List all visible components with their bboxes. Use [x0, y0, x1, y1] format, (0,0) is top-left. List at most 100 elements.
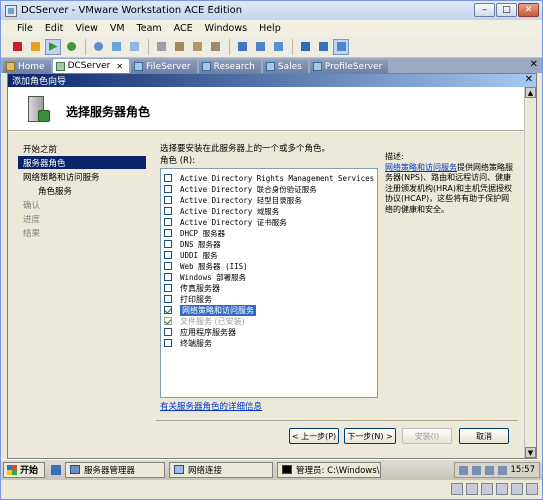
message-log-icon[interactable] [526, 483, 538, 495]
hard-disk-icon[interactable] [451, 483, 463, 495]
tab-close-icon[interactable]: ✕ [116, 62, 123, 71]
role-checkbox[interactable] [164, 328, 172, 336]
role-item-selected[interactable]: 网络策略和访问服务 [164, 304, 256, 316]
team-icon[interactable] [153, 39, 169, 55]
tab-sales[interactable]: Sales [262, 60, 308, 73]
maximize-button[interactable]: □ [496, 3, 517, 17]
menu-edit[interactable]: Edit [39, 23, 69, 34]
window-titlebar[interactable]: DCServer - VMware Workstation ACE Editio… [1, 1, 542, 20]
nav-server-roles[interactable]: 服务器角色 [18, 156, 146, 169]
menu-file[interactable]: File [11, 23, 39, 34]
role-checkbox[interactable] [164, 273, 172, 281]
add-roles-wizard-icon [24, 94, 52, 124]
role-checkbox[interactable] [164, 174, 172, 182]
role-item[interactable]: 打印服务 [164, 294, 212, 304]
full-screen-icon[interactable] [297, 39, 313, 55]
sidebar-toggle-icon[interactable] [234, 39, 250, 55]
tray-update-icon[interactable] [484, 465, 494, 475]
taskbar-item-network-connections[interactable]: 网络连接 [169, 461, 274, 478]
network-adapter-icon[interactable] [481, 483, 493, 495]
guest-screen[interactable]: 添加角色向导 ✕ 选择服务器角色 ▲ ▼ 开始之前 服务器角色 网络策略和访问服… [7, 73, 537, 459]
role-item[interactable]: DNS 服务器 [164, 239, 221, 249]
role-item[interactable]: Active Directory 轻型目录服务 [164, 195, 302, 205]
tab-dcserver[interactable]: DCServer ✕ [52, 59, 130, 73]
role-item[interactable]: DHCP 服务器 [164, 228, 225, 238]
close-button[interactable]: ✕ [518, 3, 539, 17]
minimize-button[interactable]: – [474, 3, 495, 17]
role-item[interactable]: UDDI 服务 [164, 250, 218, 260]
tray-network-icon[interactable] [458, 465, 468, 475]
taskbar-item-admin-console[interactable]: 管理员: C:\Windows\... [277, 461, 382, 478]
role-checkbox[interactable] [164, 185, 172, 193]
server-manager-icon [70, 465, 81, 474]
menu-ace[interactable]: ACE [168, 23, 199, 34]
start-button[interactable]: 开始 [3, 461, 46, 478]
role-checkbox[interactable] [164, 262, 172, 270]
dialog-titlebar[interactable]: 添加角色向导 ✕ [8, 74, 536, 87]
team-suspend-icon[interactable] [189, 39, 205, 55]
snapshot-manager-icon[interactable] [126, 39, 142, 55]
cancel-button[interactable]: 取消 [459, 428, 509, 444]
team-resume-icon[interactable] [207, 39, 223, 55]
role-item[interactable]: Active Directory Rights Management Servi… [164, 173, 374, 183]
menu-help[interactable]: Help [253, 23, 287, 34]
tab-research[interactable]: Research [198, 60, 261, 73]
nav-npas[interactable]: 网络策略和访问服务 [18, 170, 100, 183]
tab-fileserver[interactable]: FileServer [131, 60, 197, 73]
toolbar [1, 36, 542, 58]
usb-icon[interactable] [496, 483, 508, 495]
role-item[interactable]: Web 服务器 (IIS) [164, 261, 248, 271]
dialog-close-icon[interactable]: ✕ [525, 74, 533, 85]
more-info-link[interactable]: 有关服务器角色的详细信息 [160, 400, 262, 412]
tray-security-icon[interactable] [497, 465, 507, 475]
role-item[interactable]: 传真服务器 [164, 283, 220, 293]
menu-view[interactable]: View [69, 23, 104, 34]
role-checkbox[interactable] [164, 295, 172, 303]
back-button[interactable]: < 上一步(P) [289, 428, 339, 444]
revert-snapshot-icon[interactable] [108, 39, 124, 55]
role-item[interactable]: Active Directory 联合身份验证服务 [164, 184, 317, 194]
role-checkbox[interactable] [164, 306, 172, 314]
scroll-down-icon[interactable]: ▼ [525, 447, 536, 458]
reset-icon[interactable] [63, 39, 79, 55]
taskbar-item-server-manager[interactable]: 服务器管理器 [65, 461, 166, 478]
role-item[interactable]: Active Directory 域服务 [164, 206, 279, 216]
role-item[interactable]: 终端服务 [164, 338, 212, 348]
next-button[interactable]: 下一步(N) > [344, 428, 396, 444]
cd-rom-icon[interactable] [466, 483, 478, 495]
menu-team[interactable]: Team [131, 23, 168, 34]
role-checkbox[interactable] [164, 240, 172, 248]
quick-launch-icon[interactable] [51, 464, 62, 475]
team-power-icon[interactable] [171, 39, 187, 55]
unity-icon[interactable] [315, 39, 331, 55]
menu-vm[interactable]: VM [104, 23, 131, 34]
role-item[interactable]: Windows 部署服务 [164, 272, 246, 282]
tabs-close-icon[interactable]: ✕ [530, 59, 538, 70]
vertical-scrollbar[interactable]: ▲ ▼ [524, 87, 536, 458]
suspend-icon[interactable] [27, 39, 43, 55]
power-on-icon[interactable] [45, 38, 61, 55]
snapshot-icon[interactable] [90, 39, 106, 55]
role-checkbox[interactable] [164, 251, 172, 259]
role-checkbox[interactable] [164, 284, 172, 292]
role-checkbox[interactable] [164, 207, 172, 215]
tab-profileserver[interactable]: ProfileServer [309, 60, 389, 73]
role-checkbox[interactable] [164, 218, 172, 226]
nav-role-services[interactable]: 角色服务 [18, 184, 72, 197]
role-item[interactable]: Active Directory 证书服务 [164, 217, 287, 227]
role-checkbox[interactable] [164, 339, 172, 347]
tab-home[interactable]: Home [3, 60, 51, 73]
scroll-up-icon[interactable]: ▲ [525, 87, 536, 98]
quick-switch-icon[interactable] [252, 39, 268, 55]
description-link[interactable]: 网络策略和访问服务 [385, 163, 457, 172]
menu-windows[interactable]: Windows [199, 23, 253, 34]
nav-before-you-begin[interactable]: 开始之前 [18, 142, 57, 155]
role-checkbox[interactable] [164, 196, 172, 204]
role-item[interactable]: 应用程序服务器 [164, 327, 236, 337]
power-off-icon[interactable] [9, 39, 25, 55]
tray-volume-icon[interactable] [471, 465, 481, 475]
fit-guest-icon[interactable] [333, 38, 349, 55]
console-view-icon[interactable] [270, 39, 286, 55]
role-checkbox[interactable] [164, 229, 172, 237]
sound-icon[interactable] [511, 483, 523, 495]
